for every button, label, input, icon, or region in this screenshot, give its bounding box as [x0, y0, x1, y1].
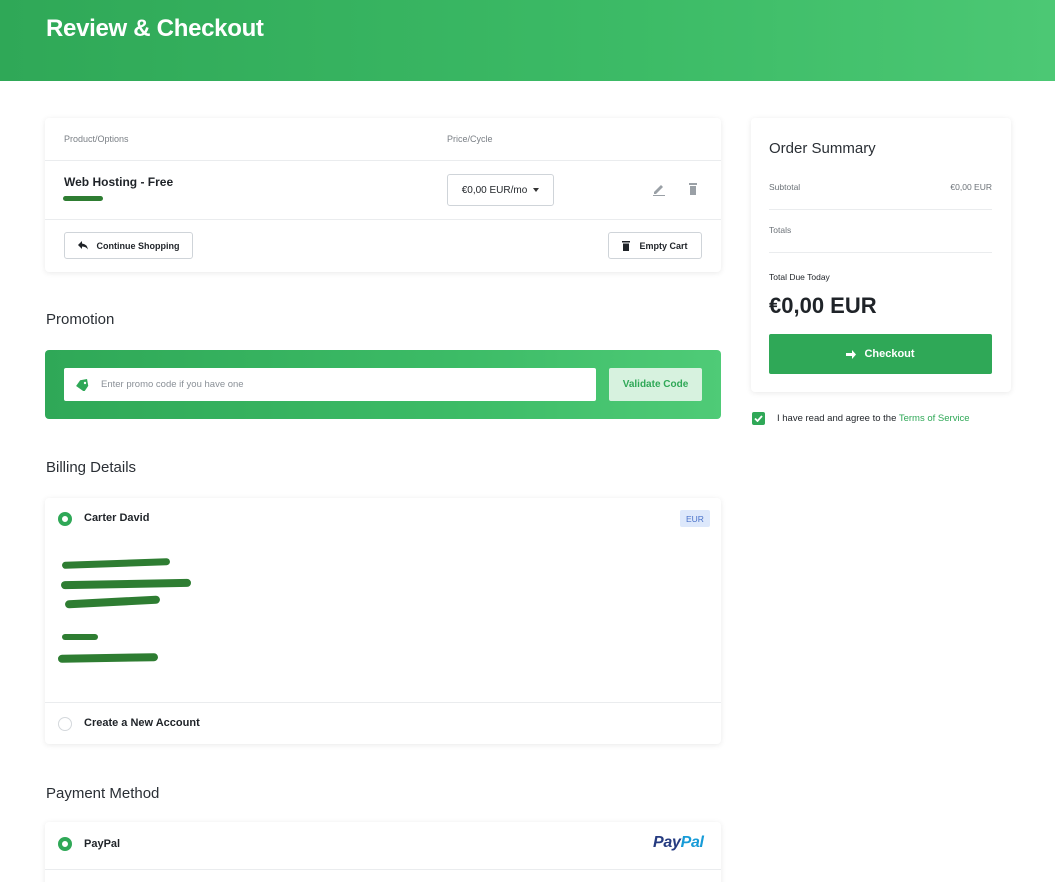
promo-code-input[interactable]: Enter promo code if you have one: [64, 368, 596, 401]
price-cycle-value: €0,00 EUR/mo: [461, 184, 528, 196]
caret-down-icon: [533, 188, 540, 192]
redacted-contact: [57, 653, 159, 663]
trash-icon[interactable]: [686, 182, 700, 196]
total-due-label: Total Due Today: [769, 272, 830, 282]
order-summary-card: Order Summary Subtotal €0,00 EUR Totals …: [751, 118, 1011, 392]
price-cycle-select[interactable]: €0,00 EUR/mo: [447, 174, 554, 206]
paypal-radio[interactable]: [58, 837, 72, 851]
promotion-title: Promotion: [46, 311, 115, 328]
checkout-button[interactable]: Checkout: [769, 334, 992, 374]
arrow-right-icon: [846, 349, 857, 359]
billing-title: Billing Details: [46, 459, 137, 476]
promotion-panel: Enter promo code if you have one Validat…: [45, 350, 721, 419]
new-account-label: Create a New Account: [84, 717, 200, 729]
check-icon: [754, 415, 763, 422]
billing-account-name: Carter David: [84, 512, 150, 524]
promo-code-placeholder: Enter promo code if you have one: [101, 379, 244, 390]
tos-checkbox[interactable]: [752, 412, 765, 425]
order-summary-title: Order Summary: [769, 140, 876, 157]
redacted-address: [61, 558, 171, 569]
new-account-radio[interactable]: [58, 717, 72, 731]
billing-account-radio[interactable]: [58, 512, 72, 526]
tos-text-label: I have read and agree to the: [777, 413, 897, 424]
checkout-label: Checkout: [864, 348, 915, 360]
col-header-price: Price/Cycle: [447, 134, 493, 144]
page-title: Review & Checkout: [46, 15, 264, 42]
subtotal-value: €0,00 EUR: [950, 182, 992, 192]
divider: [769, 209, 992, 210]
paypal-label: PayPal: [84, 838, 121, 850]
divider: [45, 160, 721, 161]
arrow-back-icon: [77, 241, 88, 250]
redacted-address: [64, 595, 161, 609]
divider: [45, 869, 721, 870]
empty-cart-button[interactable]: Empty Cart: [608, 232, 702, 259]
divider: [769, 252, 992, 253]
redacted-address: [60, 578, 192, 590]
paypal-logo: PayPal: [653, 834, 704, 852]
subtotal-label: Subtotal: [769, 182, 801, 192]
page-header: Review & Checkout: [0, 0, 1055, 81]
tos-text: I have read and agree to the Terms of Se…: [777, 413, 970, 424]
col-header-product: Product/Options: [64, 134, 129, 144]
currency-badge: EUR: [680, 510, 710, 527]
continue-shopping-label: Continue Shopping: [96, 240, 180, 251]
paypal-logo-pal: Pal: [680, 834, 704, 851]
redacted-product-detail: [63, 196, 103, 201]
divider: [45, 702, 721, 703]
payment-title: Payment Method: [46, 785, 160, 802]
redacted-contact: [62, 634, 98, 640]
total-due-amount: €0,00 EUR: [769, 293, 877, 318]
billing-card: Carter David EUR Create a New Account: [45, 498, 721, 744]
divider: [45, 219, 721, 220]
pencil-icon[interactable]: [652, 182, 666, 196]
totals-label: Totals: [769, 225, 792, 235]
continue-shopping-button[interactable]: Continue Shopping: [64, 232, 193, 259]
paypal-logo-pay: Pay: [653, 834, 681, 851]
tos-link[interactable]: Terms of Service: [899, 413, 970, 424]
validate-code-button[interactable]: Validate Code: [609, 368, 702, 401]
trash-icon: [622, 240, 631, 251]
tos-agreement: I have read and agree to the Terms of Se…: [752, 412, 970, 425]
cart-card: Product/Options Price/Cycle Web Hosting …: [45, 118, 721, 272]
payment-card: PayPal PayPal: [45, 822, 721, 882]
product-name: Web Hosting - Free: [64, 175, 174, 189]
empty-cart-label: Empty Cart: [639, 240, 688, 251]
tag-icon: [76, 378, 89, 391]
